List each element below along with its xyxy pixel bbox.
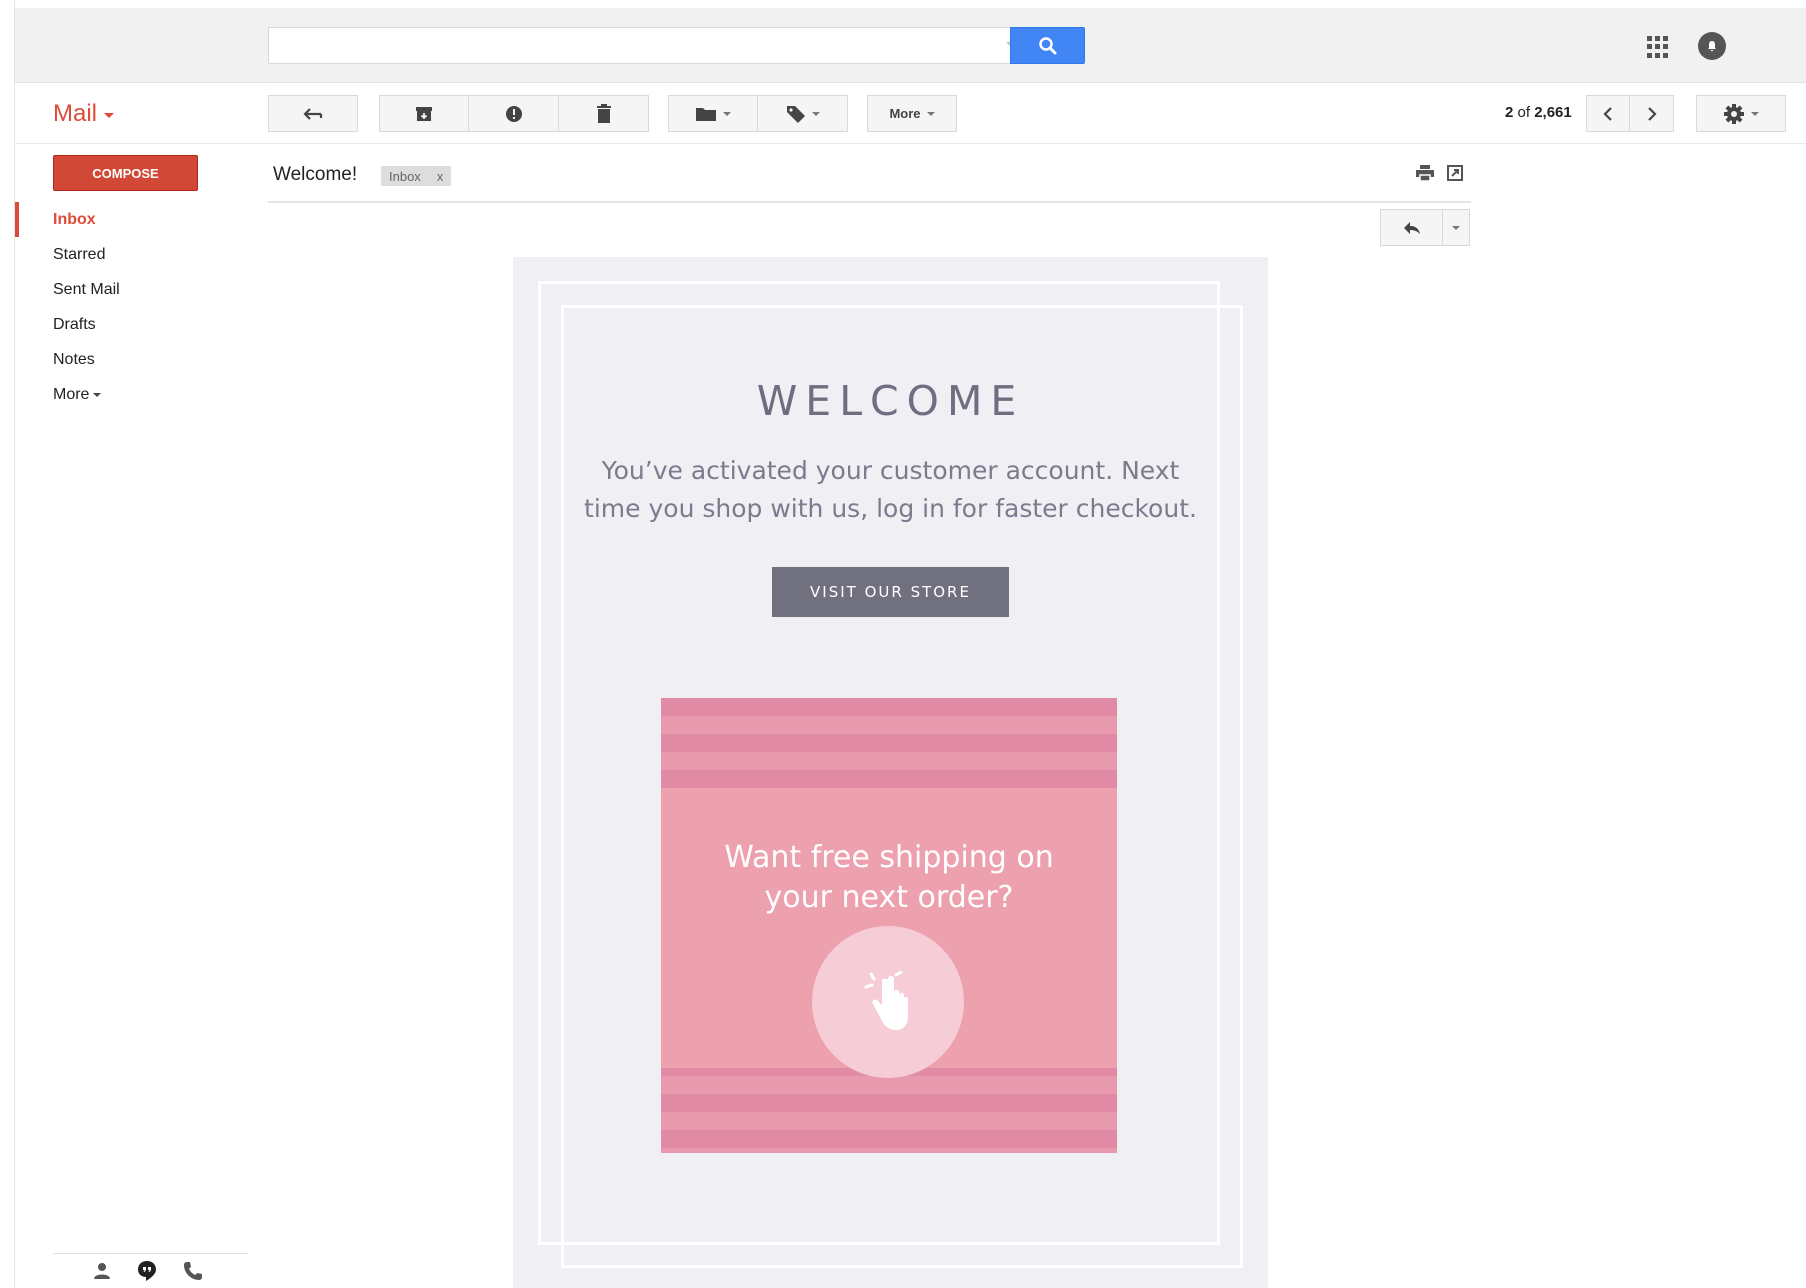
more-group: More xyxy=(867,95,957,132)
reply-icon xyxy=(1403,221,1420,234)
app-title: Mail xyxy=(53,100,98,127)
sidebar-item-label: Drafts xyxy=(53,315,96,333)
tap-hand-icon xyxy=(864,971,908,1030)
message-actions-group xyxy=(379,95,649,132)
app-switcher[interactable]: Mail xyxy=(53,100,115,128)
hangouts-icon[interactable] xyxy=(137,1260,157,1282)
folder-icon xyxy=(696,107,716,121)
older-button[interactable] xyxy=(1630,95,1674,132)
pager-total: 2,661 xyxy=(1534,104,1572,121)
apps-icon[interactable] xyxy=(1644,33,1672,61)
sidebar-item-label: Starred xyxy=(53,245,106,263)
chevron-left-icon xyxy=(1603,106,1612,121)
pager-current: 2 xyxy=(1505,104,1514,121)
toolbar: Mail More 2 of 2,661 xyxy=(15,84,1806,144)
reply-button[interactable] xyxy=(1380,209,1443,246)
label-icon xyxy=(786,105,805,123)
new-window-icon[interactable] xyxy=(1446,164,1464,182)
free-shipping-banner[interactable]: Want free shipping on your next order? xyxy=(661,698,1117,1153)
visit-store-button[interactable]: VISIT OUR STORE xyxy=(772,567,1009,617)
reply-group xyxy=(1380,209,1470,246)
pager-count: 2 of 2,661 xyxy=(1505,104,1572,121)
chevron-down-icon xyxy=(1452,225,1460,230)
back-arrow-icon xyxy=(303,107,323,120)
pager-nav-group xyxy=(1586,95,1674,132)
reply-more-button[interactable] xyxy=(1443,209,1470,246)
search-input[interactable] xyxy=(268,27,1025,64)
label-chip-text[interactable]: Inbox xyxy=(389,169,421,184)
print-icon[interactable] xyxy=(1415,164,1435,182)
gear-icon xyxy=(1724,103,1744,124)
chevron-down-icon xyxy=(811,111,820,116)
sidebar-nav: Inbox Starred Sent Mail Drafts Notes Mor… xyxy=(15,202,250,412)
sidebar-item-label: More xyxy=(53,385,90,403)
more-actions-label: More xyxy=(889,106,921,121)
chevron-down-icon xyxy=(926,111,935,116)
sidebar-item-sent-mail[interactable]: Sent Mail xyxy=(15,272,250,307)
chevron-down-icon xyxy=(104,113,115,118)
email-title: WELCOME xyxy=(756,377,1025,425)
chevron-down-icon xyxy=(93,392,102,397)
remove-label-button[interactable]: x xyxy=(437,169,444,184)
sidebar-item-more[interactable]: More xyxy=(15,377,250,412)
move-to-button[interactable] xyxy=(668,95,758,132)
newer-button[interactable] xyxy=(1586,95,1630,132)
chevron-right-icon xyxy=(1647,106,1657,121)
search-icon xyxy=(1038,36,1056,54)
notifications-icon[interactable] xyxy=(1698,32,1726,60)
back-group xyxy=(268,95,358,132)
phone-icon[interactable] xyxy=(183,1261,203,1281)
top-bar xyxy=(15,8,1806,83)
sidebar-item-label: Notes xyxy=(53,350,95,368)
inbox-label-chip: Inbox x xyxy=(381,166,452,186)
pager-of: of xyxy=(1517,104,1531,121)
settings-group xyxy=(1696,95,1786,132)
trash-icon xyxy=(596,103,611,123)
tap-button[interactable] xyxy=(812,926,964,1078)
banner-text: Want free shipping on your next order? xyxy=(661,838,1117,918)
labels-button[interactable] xyxy=(758,95,848,132)
back-button[interactable] xyxy=(268,95,358,132)
sidebar-footer xyxy=(53,1253,248,1288)
archive-button[interactable] xyxy=(379,95,469,132)
settings-button[interactable] xyxy=(1696,95,1786,132)
compose-button[interactable]: COMPOSE xyxy=(53,155,198,191)
organize-group xyxy=(668,95,848,132)
contacts-icon[interactable] xyxy=(93,1262,111,1280)
sidebar-item-label: Sent Mail xyxy=(53,280,120,298)
sidebar-item-label: Inbox xyxy=(53,210,96,228)
archive-icon xyxy=(416,106,432,121)
search-button[interactable] xyxy=(1010,27,1085,64)
sidebar-item-notes[interactable]: Notes xyxy=(15,342,250,377)
banner-text-line2: your next order? xyxy=(764,880,1014,915)
chevron-down-icon xyxy=(723,111,731,116)
delete-button[interactable] xyxy=(559,95,649,132)
email-message: You’ve activated your customer account. … xyxy=(584,456,1197,523)
spam-icon xyxy=(505,105,522,122)
sidebar-item-drafts[interactable]: Drafts xyxy=(15,307,250,342)
more-actions-button[interactable]: More xyxy=(867,95,957,132)
message-subject: Welcome! xyxy=(273,164,358,185)
chevron-down-icon xyxy=(1751,111,1759,116)
window-edge xyxy=(0,0,15,1288)
report-spam-button[interactable] xyxy=(469,95,559,132)
header-divider xyxy=(268,201,1471,203)
sidebar-item-inbox[interactable]: Inbox xyxy=(15,202,250,237)
sidebar-item-starred[interactable]: Starred xyxy=(15,237,250,272)
banner-text-line1: Want free shipping on xyxy=(724,840,1054,875)
